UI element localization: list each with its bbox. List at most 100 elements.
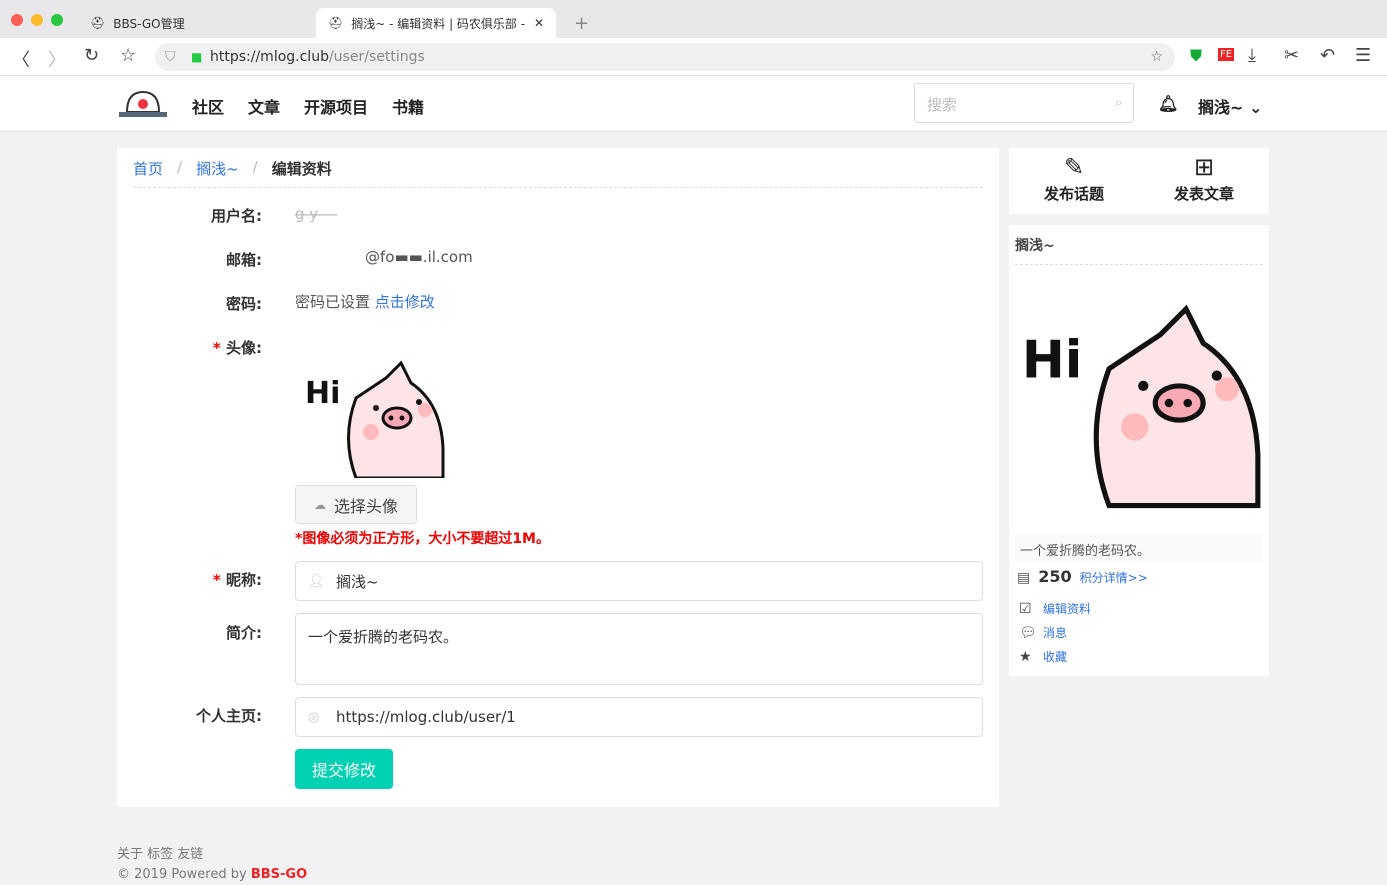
search-input[interactable]: 搜索 ⌕ (914, 83, 1134, 123)
svg-text:Hi: Hi (305, 376, 340, 411)
avatar-label: 头像: (226, 339, 262, 357)
score-detail-link[interactable]: 积分详情>> (1080, 569, 1148, 586)
favorites-link[interactable]: ★ 收藏 (1019, 648, 1067, 665)
search-icon[interactable]: ⌕ (1115, 93, 1123, 111)
post-topic-label: 发布话题 (1043, 185, 1104, 203)
choose-avatar-label: 选择头像 (333, 496, 398, 516)
settings-panel: 首页 / 搁浅~ / 编辑资料 用户名: g̶ ̶y̶ ̶ ̶ ̶ ̶ 邮箱: @f… (117, 148, 999, 807)
browser-tab-active[interactable]: ⛑ 搁浅~ - 编辑资料 | 码农俱乐部 - ✕ (316, 8, 556, 38)
profile-bio: 一个爱折腾的老码农。 (1015, 534, 1263, 562)
star-icon[interactable]: ☆ (1150, 49, 1163, 65)
close-window-button[interactable] (11, 14, 23, 26)
homepage-value: https://mlog.club/user/1 (336, 708, 516, 726)
submit-button[interactable]: 提交修改 (295, 749, 393, 789)
nav-articles[interactable]: 文章 (248, 94, 280, 118)
separator: / (252, 158, 258, 176)
browser-tab[interactable]: ⛑ BBS-GO管理 (78, 8, 314, 38)
breadcrumb: 首页 / 搁浅~ / 编辑资料 (133, 158, 983, 188)
undo-icon[interactable]: ↶ (1320, 45, 1335, 66)
browser-tabbar: ⛑ BBS-GO管理 ⛑ 搁浅~ - 编辑资料 | 码农俱乐部 - ✕ + (0, 0, 1387, 38)
site-icon: ⛑ (328, 16, 344, 30)
score-icon: ▤ (1017, 570, 1031, 586)
post-topic-button[interactable]: ✎ 发布话题 (1014, 153, 1134, 204)
reload-icon[interactable]: ↻ (84, 45, 99, 66)
message-icon: 💬︎ (1019, 624, 1037, 641)
intro-label: 简介: (226, 624, 262, 642)
change-password-link[interactable]: 点击修改 (375, 293, 435, 311)
choose-avatar-button[interactable]: ☁ 选择头像 (295, 485, 417, 524)
score-value: 250 (1038, 567, 1072, 586)
back-icon[interactable]: 〈 (12, 46, 30, 72)
breadcrumb-current: 编辑资料 (271, 160, 332, 178)
password-status: 密码已设置 (295, 293, 371, 311)
email-value: @fo▬▬.il.com (365, 248, 473, 266)
lock-icon: ■ (191, 50, 203, 64)
search-placeholder: 搜索 (927, 96, 958, 114)
close-tab-icon[interactable]: ✕ (534, 16, 544, 30)
avatar-hint: *图像必须为正方形，大小不要超过1M。 (295, 531, 550, 547)
footer: 关于 标签 友链 © 2019 Powered by BBS-GO (117, 845, 307, 885)
avatar-image: Hi (305, 360, 445, 478)
bell-icon[interactable]: 🔔︎ (1158, 94, 1178, 113)
action-card: ✎ 发布话题 ⊞ 发表文章 (1009, 148, 1269, 214)
site-logo[interactable] (117, 88, 169, 118)
user-icon: 👤︎ (308, 573, 325, 589)
star-icon: ★ (1019, 648, 1032, 665)
nickname-value: 搁浅~ (336, 572, 379, 591)
edit-icon: ☑ (1019, 600, 1032, 617)
separator: / (177, 158, 183, 176)
cloud-upload-icon: ☁ (313, 497, 326, 512)
edit-profile-label: 编辑资料 (1043, 602, 1092, 616)
edit-icon: ✎ (1063, 153, 1085, 181)
user-menu[interactable]: 搁浅~ ⌄ (1198, 94, 1262, 118)
forward-icon[interactable]: 〉 (48, 46, 66, 72)
brand-link[interactable]: BBS-GO (251, 867, 307, 882)
copyright: © 2019 Powered by (117, 867, 251, 882)
extension-icon[interactable]: FE (1218, 48, 1235, 61)
breadcrumb-user[interactable]: 搁浅~ (196, 158, 239, 187)
nav-projects[interactable]: 开源项目 (304, 94, 368, 118)
post-article-button[interactable]: ⊞ 发表文章 (1144, 153, 1264, 204)
edit-profile-link[interactable]: ☑ 编辑资料 (1019, 600, 1091, 617)
messages-label: 消息 (1043, 626, 1068, 640)
nav-books[interactable]: 书籍 (392, 94, 424, 118)
url-path: /user/settings (328, 49, 425, 65)
profile-card: 搁浅~ Hi 一个爱折腾的老码农。 ▤ 250 积分详情>> ☑ 编辑资料 💬︎ 消… (1009, 225, 1269, 676)
minimize-window-button[interactable] (31, 14, 43, 26)
intro-textarea[interactable]: 一个爱折腾的老码农。 (295, 613, 983, 685)
globe-icon: ◎ (308, 709, 320, 725)
profile-username: 搁浅~ (1015, 235, 1263, 265)
username-value: g̶ ̶y̶ ̶ ̶ ̶ ̶ (295, 205, 338, 223)
nav-community[interactable]: 社区 (192, 94, 224, 118)
breadcrumb-home[interactable]: 首页 (133, 158, 163, 187)
footer-links[interactable]: 关于 标签 友链 (117, 845, 307, 865)
tab-title: BBS-GO管理 (113, 16, 185, 31)
new-tab-button[interactable]: + (562, 8, 601, 38)
required-mark: * (212, 571, 221, 589)
svg-text:Hi: Hi (1022, 330, 1083, 390)
maximize-window-button[interactable] (51, 14, 63, 26)
nickname-label: 昵称: (226, 571, 262, 589)
chevron-down-icon: ⌄ (1249, 98, 1263, 117)
scissors-icon[interactable]: ✂ (1284, 45, 1299, 66)
download-icon[interactable]: ⤓ (1248, 45, 1256, 66)
email-label: 邮箱: (226, 251, 262, 269)
browser-toolbar: 〈 〉 ↻ ☆ ⛉ ■ https://mlog.club/user/setti… (0, 38, 1387, 76)
nickname-input[interactable]: 👤︎ 搁浅~ (295, 561, 983, 601)
homepage-input[interactable]: ◎ https://mlog.club/user/1 (295, 697, 983, 737)
site-icon: ⛑ (90, 16, 106, 30)
username-label: 用户名: (211, 207, 262, 225)
homepage-label: 个人主页: (196, 707, 262, 725)
intro-value: 一个爱折腾的老码农。 (308, 628, 459, 646)
adblock-icon[interactable]: ⛊ (1190, 46, 1202, 66)
menu-icon[interactable]: ☰ (1355, 45, 1371, 66)
tab-title: 搁浅~ - 编辑资料 | 码农俱乐部 - (351, 16, 526, 31)
bookmark-star-icon[interactable]: ☆ (120, 45, 136, 66)
required-mark: * (212, 339, 221, 357)
password-label: 密码: (226, 295, 262, 313)
favorites-label: 收藏 (1043, 650, 1068, 664)
add-file-icon: ⊞ (1193, 153, 1215, 181)
address-bar[interactable]: ⛉ ■ https://mlog.club/user/settings ☆ (155, 43, 1175, 71)
profile-avatar: Hi (1022, 304, 1261, 509)
messages-link[interactable]: 💬︎ 消息 (1019, 624, 1067, 641)
